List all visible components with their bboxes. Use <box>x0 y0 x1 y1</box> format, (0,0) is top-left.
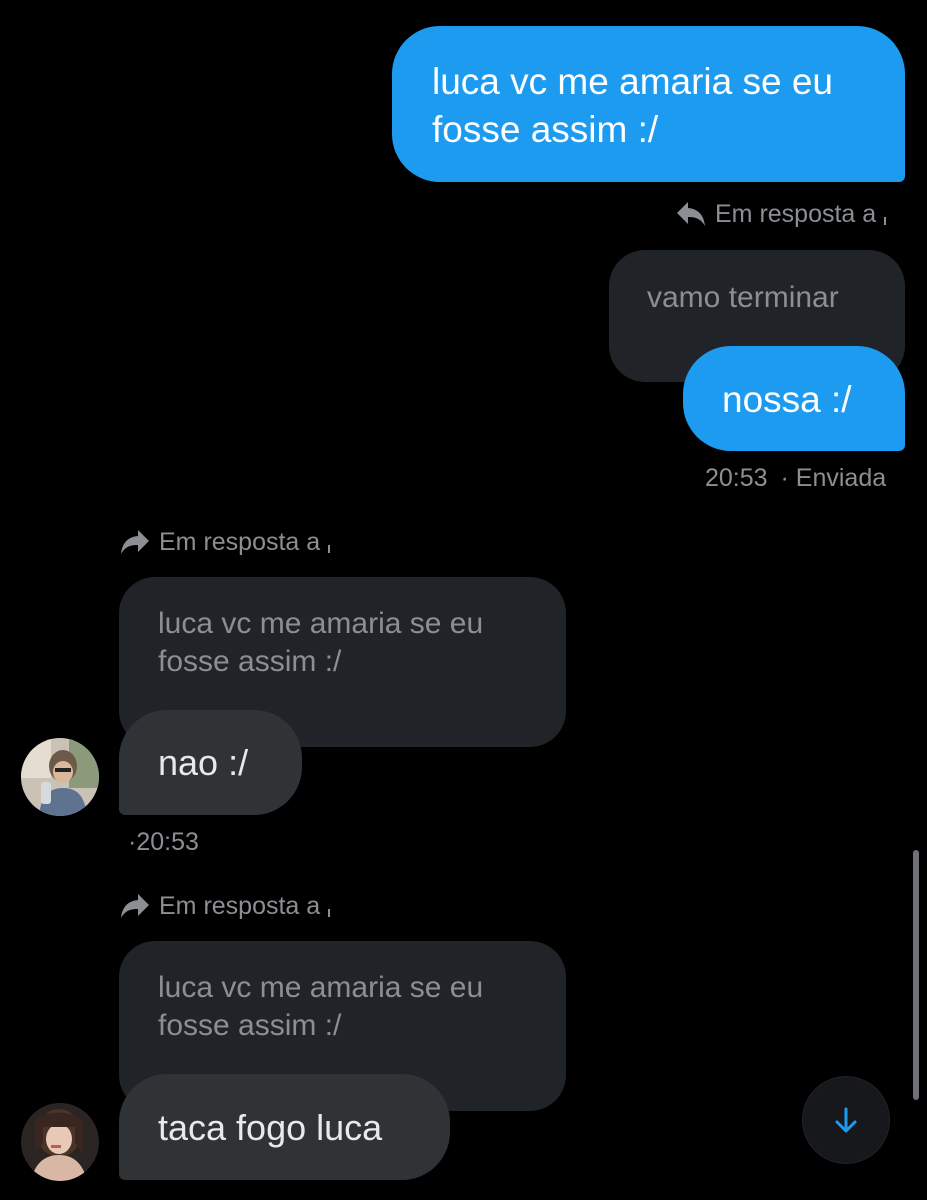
message-text-line: luca vc me amaria se eu <box>432 61 834 102</box>
message-text: nao :/ <box>158 742 249 783</box>
reply-indicator[interactable]: Em resposta a <box>119 891 331 921</box>
reply-label-text: Em resposta a <box>159 892 321 920</box>
quoted-text-line: luca vc me amaria se eu <box>158 971 484 1004</box>
reply-target-mark <box>328 545 331 553</box>
message-status: · Enviada <box>780 464 887 492</box>
received-message-bubble[interactable]: taca fogo luca <box>119 1074 450 1180</box>
message-time-partial <box>128 1190 218 1200</box>
message-time: ·20:53 <box>128 828 199 856</box>
forward-reply-icon <box>121 894 149 918</box>
sent-message-bubble[interactable]: luca vc me amaria se eu fosse assim :/ <box>392 26 905 182</box>
scroll-down-button[interactable] <box>803 1077 889 1163</box>
message-meta: 20:53 · Enviada <box>705 463 886 493</box>
reply-label-text: Em resposta a <box>715 200 877 228</box>
message-text: nossa :/ <box>722 379 852 420</box>
avatar-photo <box>21 1103 99 1181</box>
avatar[interactable] <box>21 1103 99 1181</box>
forward-reply-icon <box>121 530 149 554</box>
avatar-photo <box>21 738 99 816</box>
message-time: 20:53 <box>705 464 768 492</box>
message-text-line: fosse assim :/ <box>432 109 659 150</box>
avatar[interactable] <box>21 738 99 816</box>
quoted-text: vamo terminar <box>647 281 839 314</box>
quoted-text-line: fosse assim :/ <box>158 645 342 678</box>
reply-indicator[interactable]: Em resposta a <box>119 527 331 557</box>
arrow-down-icon <box>835 1107 857 1133</box>
quoted-text-line: fosse assim :/ <box>158 1009 342 1042</box>
reply-target-mark <box>328 909 331 917</box>
quoted-text-line: luca vc me amaria se eu <box>158 607 484 640</box>
received-message-bubble[interactable]: nao :/ <box>119 710 302 815</box>
message-text: taca fogo luca <box>158 1107 383 1148</box>
scrollbar-thumb[interactable] <box>913 850 919 1100</box>
reply-indicator[interactable]: Em resposta a <box>675 199 887 229</box>
reply-target-mark <box>884 217 887 225</box>
reply-label-text: Em resposta a <box>159 528 321 556</box>
sent-message-bubble[interactable]: nossa :/ <box>683 346 905 451</box>
reply-icon <box>677 202 705 226</box>
